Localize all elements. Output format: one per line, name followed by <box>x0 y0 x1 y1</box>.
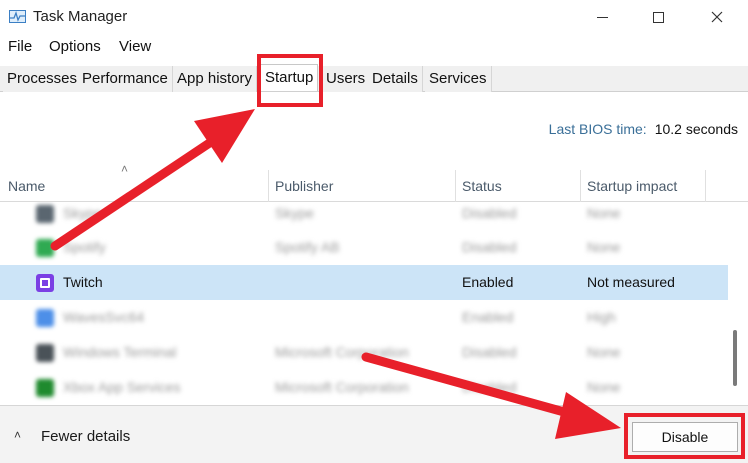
column-name[interactable]: Name <box>8 178 45 194</box>
row-name: Twitch <box>63 274 103 290</box>
table-row[interactable]: WavesSvc64 Enabled High <box>0 300 728 335</box>
maximize-button[interactable] <box>635 0 681 34</box>
bios-time-label: Last BIOS time: <box>548 121 647 137</box>
menu-options[interactable]: Options <box>49 38 101 55</box>
row-publisher: Skype <box>275 205 314 221</box>
tab-app-history[interactable]: App history <box>173 66 258 92</box>
row-impact: None <box>587 239 621 255</box>
row-status: Disabled <box>462 239 517 255</box>
table-row[interactable]: Xbox App Services Microsoft Corporation … <box>0 370 728 404</box>
menu-view[interactable]: View <box>119 38 151 55</box>
bios-time-value: 10.2 seconds <box>654 121 738 137</box>
tab-processes[interactable]: Processes <box>3 66 83 92</box>
tab-performance[interactable]: Performance <box>78 66 173 92</box>
tab-services[interactable]: Services <box>425 66 492 92</box>
terminal-icon <box>36 344 54 362</box>
close-icon <box>711 11 723 23</box>
startup-list: Skype Skype Disabled None Spotify Spotif… <box>0 202 748 404</box>
column-header: Name Publisher Status Startup impact <box>0 170 748 202</box>
minimize-icon <box>596 16 608 18</box>
close-button[interactable] <box>694 0 740 34</box>
row-name: Skype <box>63 205 102 221</box>
row-impact: None <box>587 205 621 221</box>
row-name: WavesSvc64 <box>63 309 145 325</box>
row-name: Windows Terminal <box>63 344 177 360</box>
tab-bar: Processes Performance App history Startu… <box>0 64 748 92</box>
row-status: Enabled <box>462 309 514 325</box>
column-divider[interactable] <box>268 170 269 202</box>
spotify-icon <box>36 239 54 257</box>
column-divider[interactable] <box>455 170 456 202</box>
window-title: Task Manager <box>33 8 128 25</box>
row-publisher: Microsoft Corporation <box>275 379 409 395</box>
tab-details[interactable]: Details <box>368 66 423 92</box>
row-status: Disabled <box>462 344 517 360</box>
bios-time: Last BIOS time: 10.2 seconds <box>549 121 738 137</box>
table-row[interactable]: Skype Skype Disabled None <box>0 202 728 231</box>
row-impact: Not measured <box>587 274 675 290</box>
row-publisher: Microsoft Corporation <box>275 344 409 360</box>
fewer-details-link[interactable]: Fewer details <box>41 428 130 445</box>
column-divider[interactable] <box>580 170 581 202</box>
chevron-up-icon[interactable]: ˄ <box>14 428 21 442</box>
maximize-icon <box>652 11 664 23</box>
xbox-icon <box>36 379 54 397</box>
row-status: Enabled <box>462 274 514 290</box>
row-impact: High <box>587 309 616 325</box>
table-row-selected[interactable]: Twitch Enabled Not measured <box>0 265 728 300</box>
row-publisher: Spotify AB <box>275 239 340 255</box>
table-row[interactable]: Spotify Spotify AB Disabled None <box>0 230 728 265</box>
minimize-button[interactable] <box>579 0 625 34</box>
row-impact: None <box>587 344 621 360</box>
task-manager-icon <box>9 10 26 23</box>
arrow-head <box>194 109 255 163</box>
skype-icon <box>36 205 54 223</box>
column-startup-impact[interactable]: Startup impact <box>587 178 677 194</box>
column-divider[interactable] <box>705 170 706 202</box>
highlight-box-startup <box>257 54 323 107</box>
table-row[interactable]: Windows Terminal Microsoft Corporation D… <box>0 335 728 370</box>
title-bar: Task Manager <box>0 0 748 34</box>
row-impact: None <box>587 379 621 395</box>
row-status: Disabled <box>462 379 517 395</box>
row-name: Xbox App Services <box>63 379 181 395</box>
row-status: Disabled <box>462 205 517 221</box>
highlight-box-disable <box>624 413 745 459</box>
row-name: Spotify <box>63 239 106 255</box>
waves-icon <box>36 309 54 327</box>
column-status[interactable]: Status <box>462 178 502 194</box>
menu-file[interactable]: File <box>8 38 32 55</box>
column-publisher[interactable]: Publisher <box>275 178 333 194</box>
vertical-scrollbar[interactable] <box>733 330 737 386</box>
tab-users[interactable]: Users <box>322 66 371 92</box>
twitch-icon <box>36 274 54 292</box>
